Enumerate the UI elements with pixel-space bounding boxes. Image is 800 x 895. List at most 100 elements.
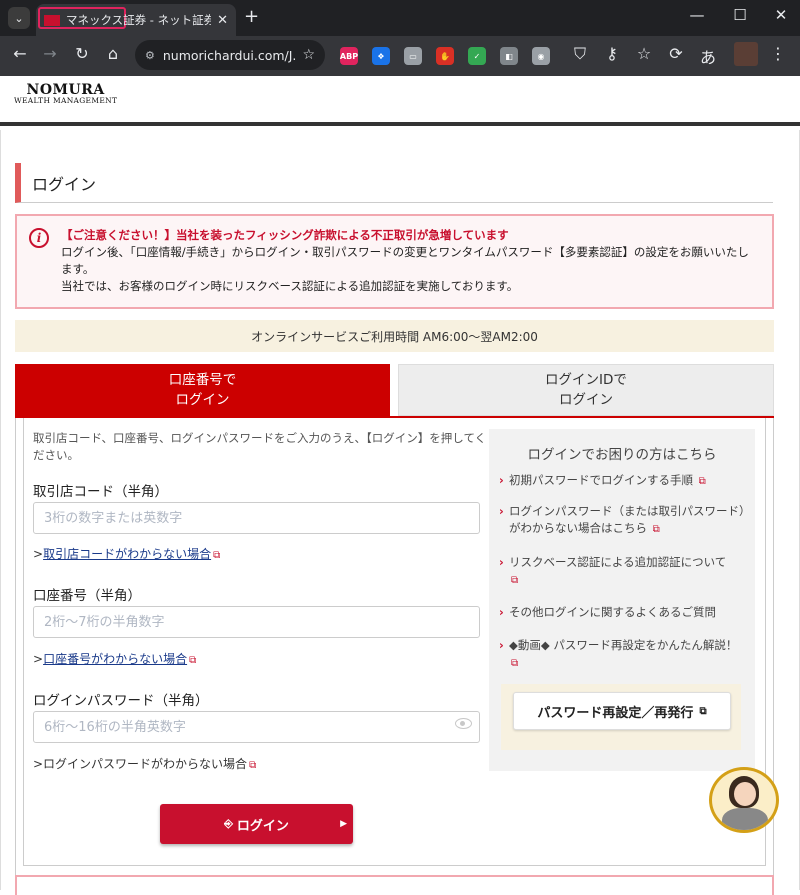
alert-heading: 【ご注意ください！】当社を装ったフィッシング詐欺による不正取引が急増しています — [61, 228, 509, 242]
chevron-right-icon: › — [499, 504, 504, 518]
chevron-right-icon: › — [499, 473, 504, 487]
sidebar-link-video[interactable]: › ◆動画◆ パスワード再設定をかんたん解説！ ⧉ — [499, 637, 749, 672]
close-window-button[interactable]: ✕ — [766, 6, 796, 24]
site-info-icon[interactable]: ⚙ — [145, 49, 155, 62]
profile-avatar[interactable] — [734, 42, 758, 66]
site-header: NOMURA WEALTH MANAGEMENT — [0, 76, 800, 126]
bookmark-star-icon[interactable]: ☆ — [302, 47, 315, 63]
tab-loginid-label-2: ログイン — [559, 392, 613, 408]
external-link-icon: ⧉ — [699, 705, 707, 717]
page-title: ログイン — [15, 163, 773, 203]
translate-icon[interactable]: あ — [696, 44, 720, 68]
sidebar-link-label: ◆動画◆ パスワード再設定をかんたん解説！ — [509, 638, 738, 652]
tab-loginid-label-1: ログインIDで — [545, 372, 627, 388]
account-number-input[interactable] — [33, 606, 480, 638]
shield-icon[interactable]: ✓ — [468, 47, 486, 65]
branch-code-help-link[interactable]: 取引店コードがわからない場合 — [43, 547, 211, 561]
tab-loginid-login[interactable]: ログインIDで ログイン — [398, 364, 774, 416]
extension-hand-icon[interactable]: ✋ — [436, 47, 454, 65]
sidebar-link-risk-based-auth[interactable]: › リスクベース認証による追加認証について ⧉ — [499, 554, 749, 589]
branch-code-help: >取引店コードがわからない場合 ⧉ — [33, 545, 220, 562]
external-link-icon: ⧉ — [511, 575, 519, 586]
browser-toolbar: ← → ↻ ⌂ ⚙ numorichardui.com/J... ☆ ABP ❖ ▭… — [0, 36, 800, 76]
chat-assistant-avatar[interactable] — [709, 767, 779, 833]
minimize-button[interactable]: — — [682, 6, 712, 24]
external-link-icon: ⧉ — [213, 550, 221, 561]
account-number-help-link[interactable]: 口座番号がわからない場合 — [43, 652, 187, 666]
password-reset-label: パスワード再設定／再発行 — [537, 705, 694, 721]
tab-account-label-1: 口座番号で — [168, 372, 237, 388]
login-button-label: ログイン — [236, 818, 289, 834]
nomura-logo[interactable]: NOMURA WEALTH MANAGEMENT — [14, 82, 117, 105]
external-link-icon: ⧉ — [189, 655, 197, 666]
maximize-button[interactable]: ☐ — [725, 6, 755, 24]
form-instructions: 取引店コード、口座番号、ログインパスワードをご入力のうえ、【ログイン】を押してく… — [33, 431, 487, 462]
extension-blue-icon[interactable]: ❖ — [372, 47, 390, 65]
incognito-icon[interactable]: ⛉ — [568, 44, 592, 64]
logo-sub-text: WEALTH MANAGEMENT — [14, 96, 118, 105]
sidebar-link-initial-password[interactable]: › 初期パスワードでログインする手順 ⧉ — [499, 472, 749, 490]
phishing-alert: i 【ご注意ください！】当社を装ったフィッシング詐欺による不正取引が急増していま… — [15, 214, 774, 309]
tab-bar: ⌄ マネックス証券 - ネット証券（オンライン ✕ + — ☐ ✕ — [0, 0, 800, 36]
arrow-right-icon: ▶ — [340, 819, 347, 829]
back-icon[interactable]: ← — [8, 44, 32, 63]
avatar-body — [722, 808, 768, 830]
adblock-plus-icon[interactable]: ABP — [340, 47, 358, 65]
reset-box: パスワード再設定／再発行 ⧉ — [501, 684, 741, 750]
service-hours: オンラインサービスご利用時間 AM6:00〜翌AM2:00 — [15, 320, 774, 352]
login-help-sidebar: ログインでお困りの方はこちら › 初期パスワードでログインする手順 ⧉ › ログイン… — [489, 429, 755, 771]
avatar-face — [734, 782, 756, 806]
branch-help-prefix: > — [33, 547, 44, 561]
address-bar[interactable]: ⚙ numorichardui.com/J... ☆ — [135, 40, 325, 70]
chevron-right-icon: › — [499, 605, 504, 619]
chevron-right-icon: › — [499, 555, 504, 569]
sidebar-link-faq[interactable]: › その他ログインに関するよくあるご質問 — [499, 604, 749, 621]
alert-line-1: ログイン後、「口座情報/手続き」からログイン・取引パスワードの変更とワンタイムパ… — [61, 245, 749, 276]
bookmarks-icon[interactable]: ☆ — [632, 44, 656, 63]
show-password-eye-icon[interactable] — [455, 718, 472, 729]
browser-tab[interactable]: マネックス証券 - ネット証券（オンライン ✕ — [36, 4, 236, 36]
info-icon: i — [29, 228, 49, 248]
tab-account-login[interactable]: 口座番号で ログイン — [15, 364, 390, 416]
url-text: numorichardui.com/J... — [162, 47, 297, 63]
external-link-icon: ⧉ — [249, 760, 257, 771]
sidebar-link-label: 初期パスワードでログインする手順 — [509, 473, 693, 487]
browser-chrome: ⌄ マネックス証券 - ネット証券（オンライン ✕ + — ☐ ✕ ← → ↻ … — [0, 0, 800, 76]
lower-notice-box — [15, 875, 774, 895]
password-reset-button[interactable]: パスワード再設定／再発行 ⧉ — [513, 692, 731, 730]
extension-chat-icon[interactable]: ▭ — [404, 47, 422, 65]
tab-search-button[interactable]: ⌄ — [8, 7, 30, 29]
sidebar-link-label: その他ログインに関するよくあるご質問 — [509, 605, 716, 619]
password-input[interactable] — [33, 711, 480, 743]
account-help-prefix: > — [33, 652, 44, 666]
home-icon[interactable]: ⌂ — [101, 44, 125, 63]
sidebar-title: ログインでお困りの方はこちら — [527, 447, 717, 463]
camera-icon[interactable]: ◉ — [532, 47, 550, 65]
external-link-icon: ⧉ — [511, 658, 519, 669]
branch-code-input[interactable] — [33, 502, 480, 534]
alert-line-2: 当社では、お客様のログイン時にリスクベース認証による追加認証を実施しております。 — [61, 279, 519, 293]
password-label: ログインパスワード（半角） — [33, 693, 209, 709]
account-number-help: >口座番号がわからない場合 ⧉ — [33, 650, 196, 667]
reload-icon[interactable]: ↻ — [70, 44, 94, 63]
sidebar-link-label: リスクベース認証による追加認証について — [509, 555, 727, 569]
sidebar-link-label: ログインパスワード（または取引パスワード）がわからない場合はこちら — [509, 504, 745, 535]
key-icon[interactable]: ⚷ — [600, 44, 624, 63]
tab-account-label-2: ログイン — [175, 392, 230, 408]
login-door-icon: ⎆ — [224, 817, 233, 830]
password-help[interactable]: >ログインパスワードがわからない場合 ⧉ — [33, 755, 256, 772]
new-tab-button[interactable]: + — [244, 6, 259, 27]
tab-title: マネックス証券 - ネット証券（オンライン — [66, 13, 212, 27]
login-button[interactable]: ⎆ ログイン ▶ — [160, 804, 353, 844]
password-help-link[interactable]: >ログインパスワードがわからない場合 — [33, 757, 247, 771]
chevron-right-icon: › — [499, 638, 504, 652]
branch-code-label: 取引店コード（半角） — [33, 484, 168, 500]
forward-icon[interactable]: → — [38, 44, 62, 63]
external-link-icon: ⧉ — [652, 524, 660, 535]
tab-close-icon[interactable]: ✕ — [217, 13, 228, 28]
extension-refresh-icon[interactable]: ⟳ — [664, 44, 688, 63]
sidebar-link-forgot-password[interactable]: › ログインパスワード（または取引パスワード）がわからない場合はこちら ⧉ — [499, 503, 749, 538]
extension-grey-icon[interactable]: ◧ — [500, 47, 518, 65]
favicon-icon — [44, 14, 60, 26]
menu-kebab-icon[interactable]: ⋮ — [770, 44, 786, 63]
